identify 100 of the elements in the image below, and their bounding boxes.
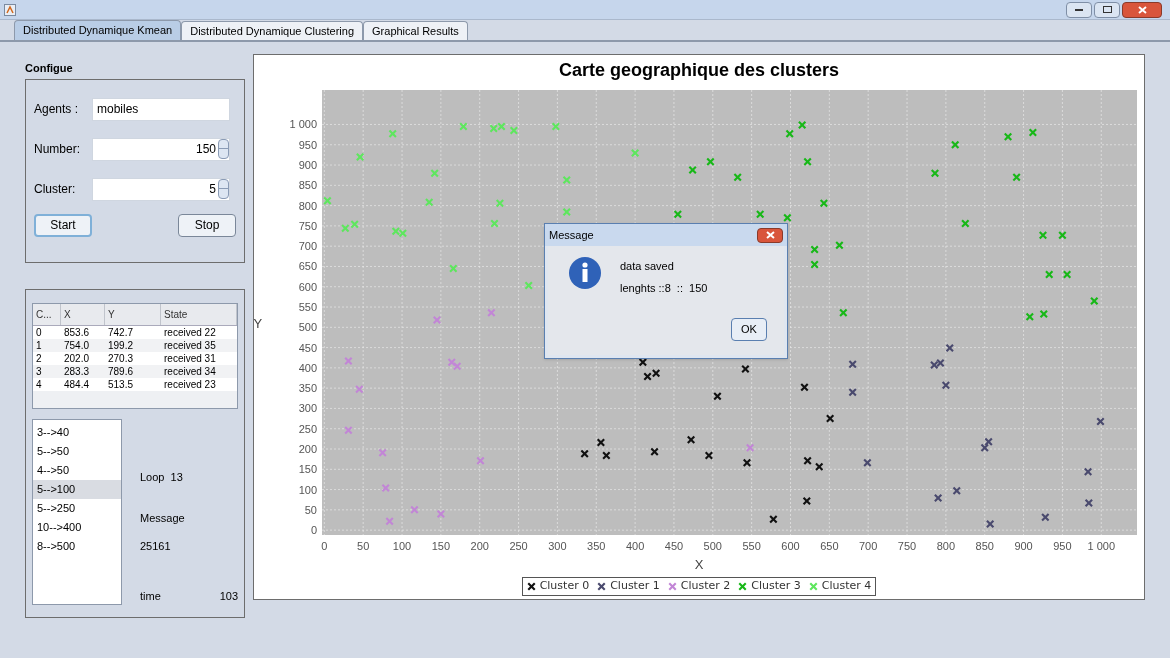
scatter-point — [802, 496, 811, 505]
column-header[interactable]: Y — [105, 303, 161, 325]
x-tick-label: 250 — [508, 540, 528, 552]
x-tick-label: 800 — [936, 540, 955, 552]
scatter-point — [322, 196, 331, 205]
scatter-point — [343, 426, 352, 435]
scatter-point — [1028, 128, 1037, 137]
column-header[interactable]: C... — [33, 303, 61, 325]
scatter-point — [1012, 173, 1021, 182]
scatter-point — [562, 208, 571, 217]
scatter-point — [686, 435, 695, 444]
close-button[interactable] — [1122, 1, 1162, 18]
agents-field[interactable]: mobiles — [92, 97, 230, 121]
table-cell-text: 0 — [35, 325, 43, 339]
scatter-point — [1040, 513, 1049, 522]
list-item[interactable]: 5-->100 — [33, 479, 121, 499]
x-tick-label: 650 — [819, 540, 838, 552]
list-item[interactable]: 5-->250 — [33, 498, 121, 518]
y-tick-label: 400 — [298, 361, 317, 374]
scatter-point — [712, 392, 721, 401]
action-button[interactable]: Stop — [178, 213, 236, 237]
x-tick-label: 900 — [1013, 540, 1033, 552]
scatter-point — [651, 369, 660, 378]
spinner-arrows-icon[interactable] — [218, 179, 229, 199]
y-tick-label: 750 — [298, 219, 317, 232]
number-spinner[interactable]: 150 — [92, 137, 230, 161]
column-header[interactable]: X — [61, 303, 105, 325]
app-icon — [4, 3, 16, 16]
x-tick-label: 50 — [356, 540, 369, 552]
tab[interactable]: Distributed Dynamique Kmean — [14, 20, 182, 40]
scatter-point — [799, 383, 808, 392]
scatter-point — [495, 199, 504, 208]
time-value: 103 — [219, 589, 238, 604]
x-tick-label: 500 — [703, 540, 722, 552]
x-tick-label: 600 — [780, 540, 800, 552]
ok-button[interactable]: OK — [731, 318, 767, 341]
legend-label: Cluster 3 — [751, 578, 801, 594]
dialog-message: data saved — [620, 259, 675, 274]
table-cell-text: 754.0 — [63, 338, 91, 352]
agents-label: Agents : — [34, 101, 80, 118]
action-button[interactable]: Start — [34, 213, 92, 237]
scatter-point — [355, 152, 364, 161]
table-cell-text: 484.4 — [63, 377, 91, 391]
y-tick-label: 600 — [298, 280, 317, 293]
table-cell-text: received 23 — [163, 377, 217, 391]
scatter-point — [509, 126, 518, 135]
scatter-point — [643, 372, 652, 381]
maximize-button[interactable] — [1094, 1, 1120, 18]
scatter-point — [945, 344, 954, 352]
x-tick-label: 400 — [625, 540, 644, 552]
y-tick-label: 0 — [310, 524, 317, 537]
scatter-point — [424, 198, 433, 207]
scatter-point — [838, 308, 847, 317]
scatter-point — [673, 210, 682, 219]
table-cell-text: 513.5 — [107, 377, 135, 391]
scatter-point — [350, 220, 359, 229]
spinner-arrows-icon[interactable] — [218, 139, 229, 159]
scatter-point — [524, 281, 533, 290]
minimize-button[interactable] — [1066, 1, 1092, 18]
list-item[interactable]: 10-->400 — [33, 517, 121, 537]
list-item[interactable]: 8-->500 — [33, 536, 121, 556]
x-tick-label: 550 — [741, 540, 761, 552]
scatter-point — [848, 388, 857, 397]
close-icon — [1137, 5, 1147, 14]
scatter-point — [476, 456, 484, 465]
cluster-spinner[interactable]: 5 — [92, 177, 230, 201]
list-item[interactable]: 5-->50 — [33, 441, 121, 461]
loop-label: Loop 13 — [140, 469, 184, 485]
table-cell-text: 742.7 — [107, 325, 135, 339]
x-tick-label: 950 — [1052, 540, 1072, 552]
tab[interactable]: Graphical Results — [363, 21, 468, 40]
x-tick-label: 300 — [547, 540, 567, 552]
y-tick-label: 300 — [298, 402, 317, 415]
dialog-title: Message — [549, 227, 594, 243]
scatter-point — [941, 381, 950, 390]
tab[interactable]: Distributed Dynamique Clustering — [181, 21, 364, 40]
x-mark-icon — [738, 582, 747, 591]
y-tick-label: 950 — [298, 138, 317, 151]
column-header[interactable]: State — [161, 303, 237, 325]
scatter-point — [1089, 296, 1098, 305]
y-tick-label: 500 — [298, 321, 317, 334]
list-item[interactable]: 3-->40 — [33, 422, 121, 442]
scatter-point — [496, 122, 505, 131]
dialog-message: lenghts ::8 :: 150 — [620, 280, 708, 296]
scatter-point — [1096, 417, 1104, 426]
list-item[interactable]: 4-->50 — [33, 460, 121, 480]
scatter-point — [489, 124, 498, 133]
scatter-point — [452, 362, 461, 371]
x-tick-label: 350 — [586, 540, 605, 552]
y-tick-label: 550 — [298, 301, 317, 313]
scatter-point — [448, 264, 457, 273]
y-tick-label: 50 — [304, 503, 317, 516]
scatter-point — [742, 458, 751, 467]
table-cell-text: 789.6 — [107, 364, 135, 378]
scatter-point — [1003, 132, 1012, 141]
scatter-point — [819, 199, 828, 208]
close-button[interactable] — [757, 227, 783, 243]
x-tick-label: 450 — [664, 540, 683, 552]
table-cell-text: 283.3 — [63, 364, 91, 378]
y-tick-label: 100 — [298, 483, 317, 496]
